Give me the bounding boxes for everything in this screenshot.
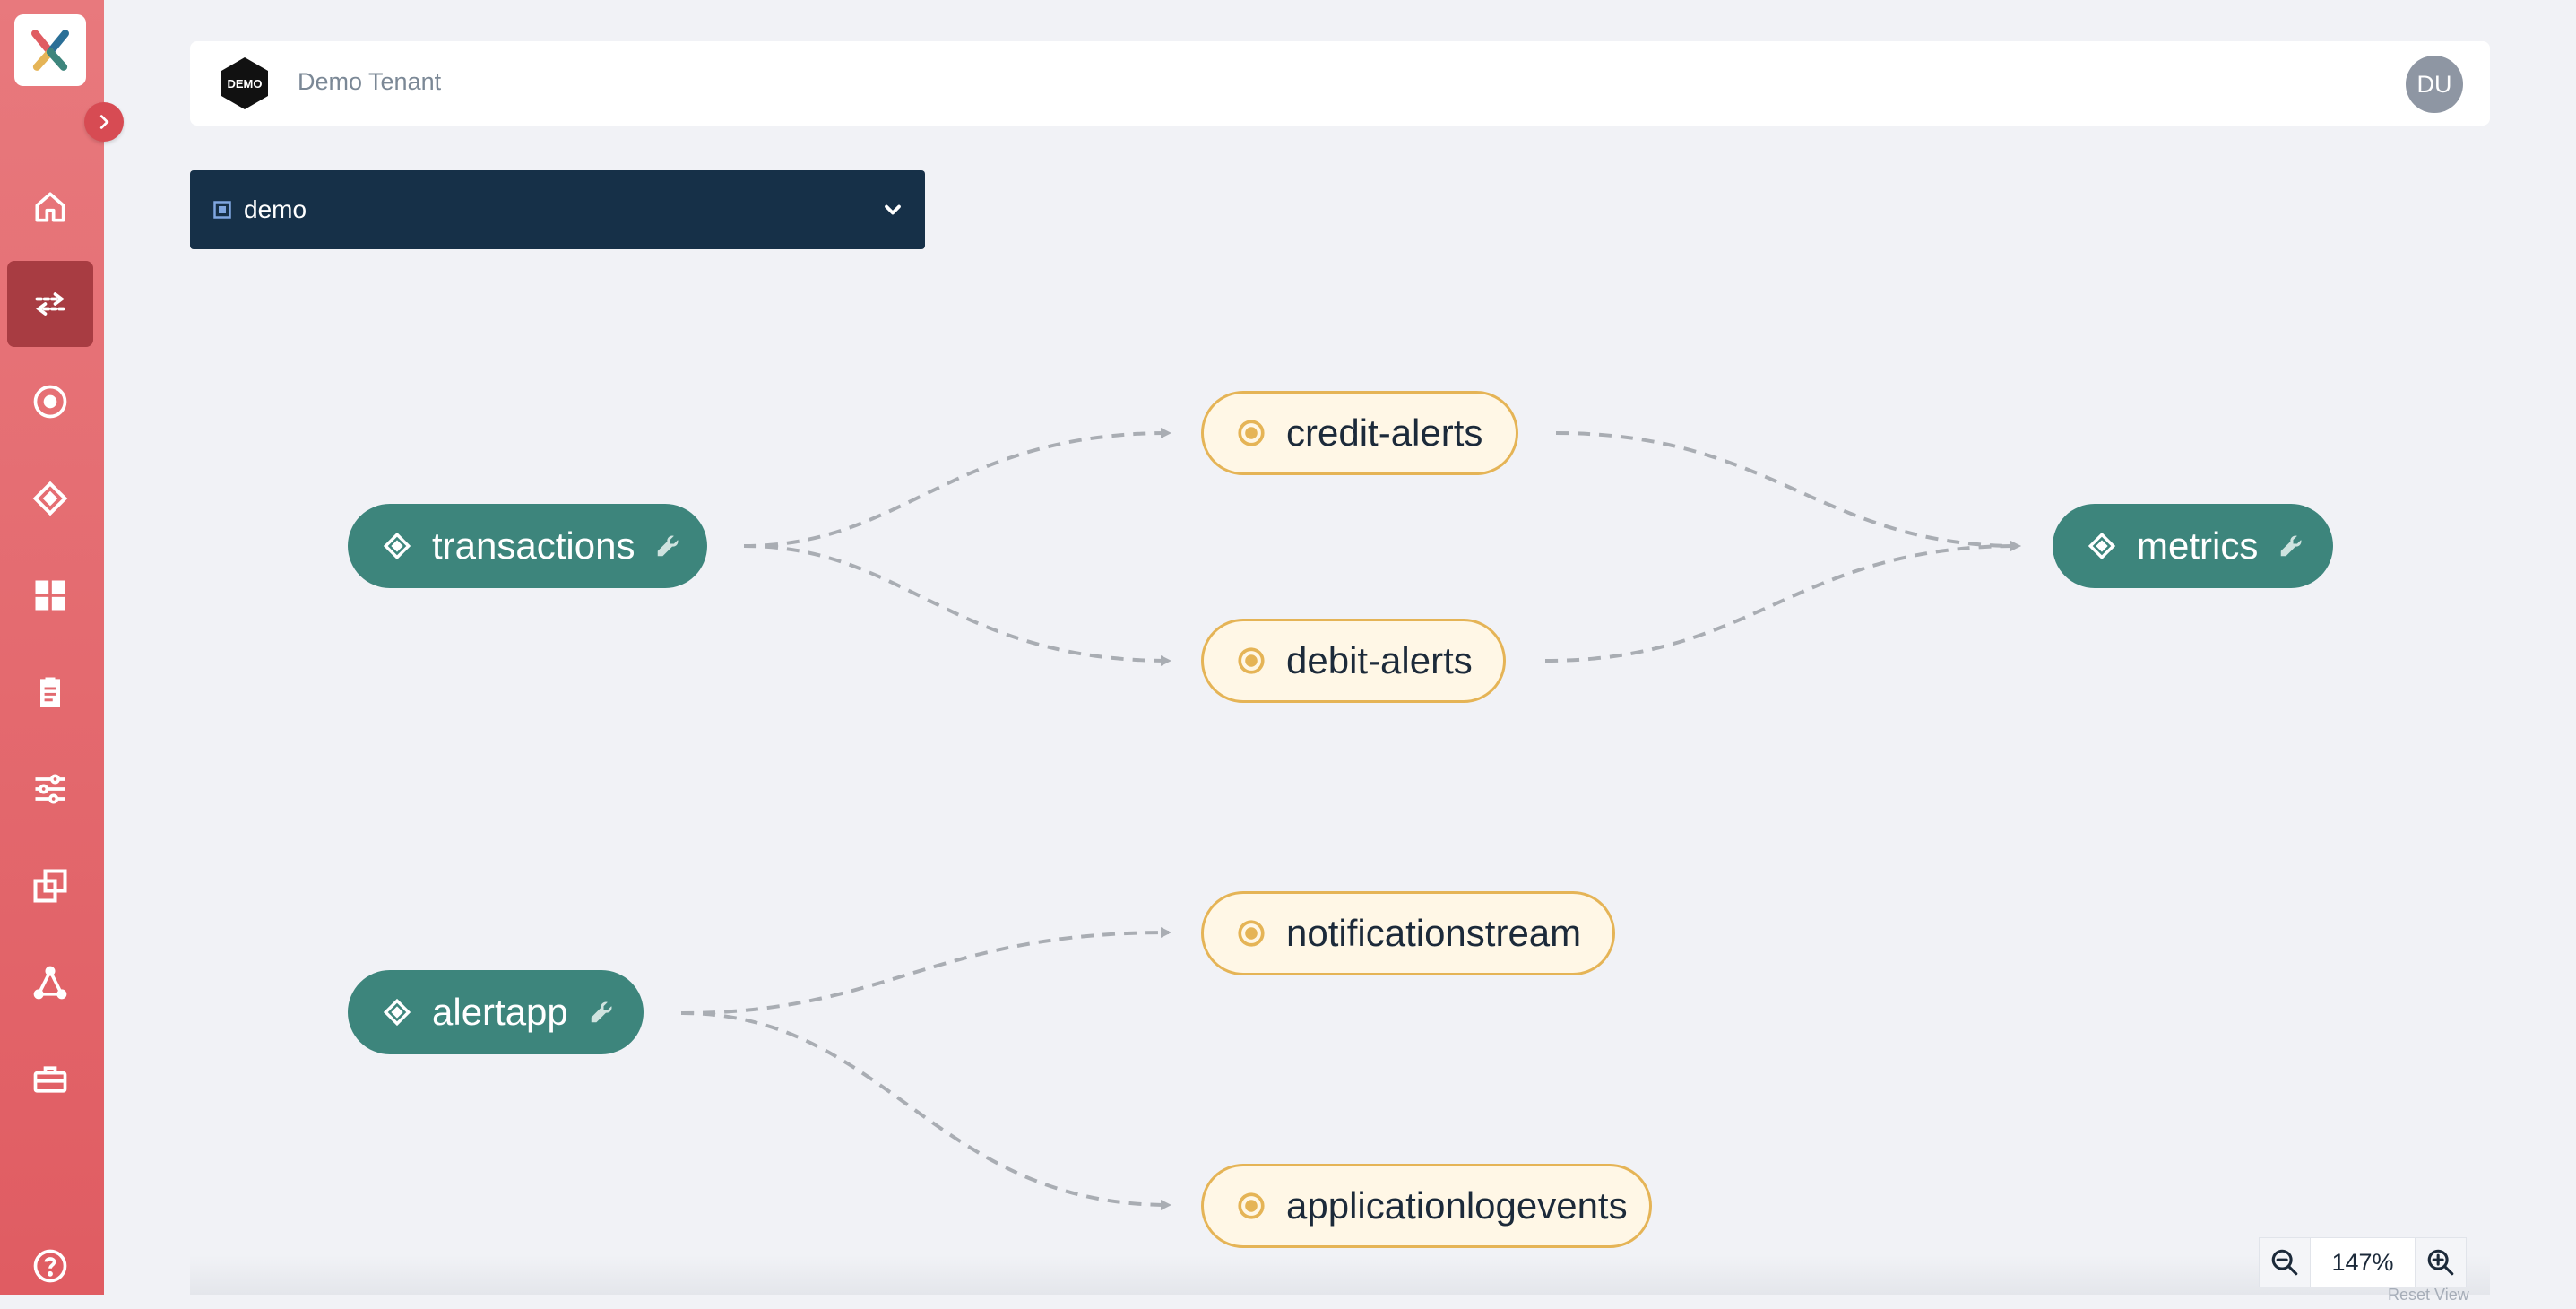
sidebar-item-applications[interactable] — [7, 455, 93, 542]
app-logo[interactable] — [14, 14, 86, 86]
sidebar-item-copy[interactable] — [7, 843, 93, 929]
node-notificationstream[interactable]: notificationstream — [1201, 891, 1615, 975]
user-avatar[interactable]: DU — [2406, 56, 2463, 113]
sidebar-collapse-button[interactable] — [84, 102, 124, 142]
sidebar-item-topics[interactable] — [7, 359, 93, 445]
reset-view-button[interactable]: Reset View — [2388, 1286, 2469, 1305]
toolbox-icon — [33, 1066, 67, 1093]
target-icon — [1238, 420, 1265, 446]
chevron-down-icon — [885, 204, 901, 215]
diamond-icon — [32, 481, 68, 516]
sidebar-item-dashboard[interactable] — [7, 552, 93, 638]
diamond-icon — [383, 532, 411, 560]
sidebar — [0, 0, 104, 1295]
edge-transactions-credit-alerts — [743, 428, 1171, 548]
copy-icon — [33, 869, 67, 903]
clipboard-icon — [40, 677, 60, 707]
sidebar-item-data-flow[interactable] — [7, 261, 93, 347]
zoom-out-button[interactable] — [2260, 1238, 2310, 1287]
zoom-in-icon — [2427, 1249, 2454, 1276]
target-icon — [1238, 920, 1265, 947]
zoom-controls: 147% — [2259, 1237, 2467, 1287]
node-debit-alerts[interactable]: debit-alerts — [1201, 619, 1506, 703]
node-metrics[interactable]: metrics — [2053, 504, 2333, 588]
sliders-icon — [35, 774, 65, 804]
node-label: alertapp — [432, 991, 568, 1033]
target-icon — [33, 385, 67, 419]
edge-transactions-debit-alerts — [743, 544, 1171, 666]
arrows-exchange-icon — [35, 292, 65, 316]
x-logo-icon — [31, 30, 69, 71]
edge-credit-alerts-metrics — [1555, 431, 2021, 551]
svg-text:DEMO: DEMO — [228, 77, 263, 91]
home-icon — [35, 192, 65, 222]
sidebar-item-help[interactable] — [7, 1223, 93, 1309]
sidebar-item-toolbox[interactable] — [7, 1036, 93, 1123]
diamond-icon — [2088, 532, 2116, 560]
node-label: notificationstream — [1286, 912, 1582, 954]
edge-debit-alerts-metrics — [1544, 541, 2021, 663]
node-alertapp[interactable]: alertapp — [348, 970, 644, 1054]
diamond-icon — [383, 998, 411, 1027]
node-applicationlogevents[interactable]: applicationlogevents — [1201, 1164, 1652, 1248]
network-icon — [33, 966, 67, 1000]
wrench-icon[interactable] — [2278, 533, 2304, 559]
node-label: metrics — [2137, 524, 2259, 567]
canvas-bottom-shade — [190, 1255, 2490, 1295]
target-icon — [1238, 1192, 1265, 1219]
sidebar-item-home[interactable] — [7, 164, 93, 250]
wrench-icon[interactable] — [654, 533, 681, 559]
sidebar-item-clipboard[interactable] — [7, 649, 93, 735]
node-label: credit-alerts — [1286, 412, 1483, 454]
target-icon — [1238, 647, 1265, 674]
sidebar-item-network[interactable] — [7, 940, 93, 1026]
node-label: applicationlogevents — [1286, 1184, 1628, 1227]
grid-icon — [35, 580, 65, 611]
environment-selected-value: demo — [244, 195, 307, 223]
top-header: DEMO Demo Tenant DU — [190, 41, 2490, 126]
node-label: debit-alerts — [1286, 639, 1473, 681]
edge-alertapp-applicationlogevents — [680, 1011, 1171, 1210]
wrench-icon[interactable] — [588, 999, 615, 1026]
environment-select[interactable]: demo — [190, 170, 925, 249]
zoom-out-icon — [2271, 1249, 2298, 1276]
node-credit-alerts[interactable]: credit-alerts — [1201, 391, 1518, 475]
node-label: transactions — [432, 524, 635, 567]
environment-icon — [213, 201, 231, 219]
tenant-logo: DEMO — [221, 57, 268, 109]
tenant-name: Demo Tenant — [298, 68, 442, 95]
edge-alertapp-notificationstream — [680, 927, 1171, 1015]
zoom-in-button[interactable] — [2416, 1238, 2466, 1287]
help-icon — [33, 1249, 67, 1283]
chevron-right-icon — [99, 115, 109, 129]
node-transactions[interactable]: transactions — [348, 504, 707, 588]
zoom-level: 147% — [2310, 1238, 2416, 1287]
sidebar-item-settings[interactable] — [7, 746, 93, 832]
